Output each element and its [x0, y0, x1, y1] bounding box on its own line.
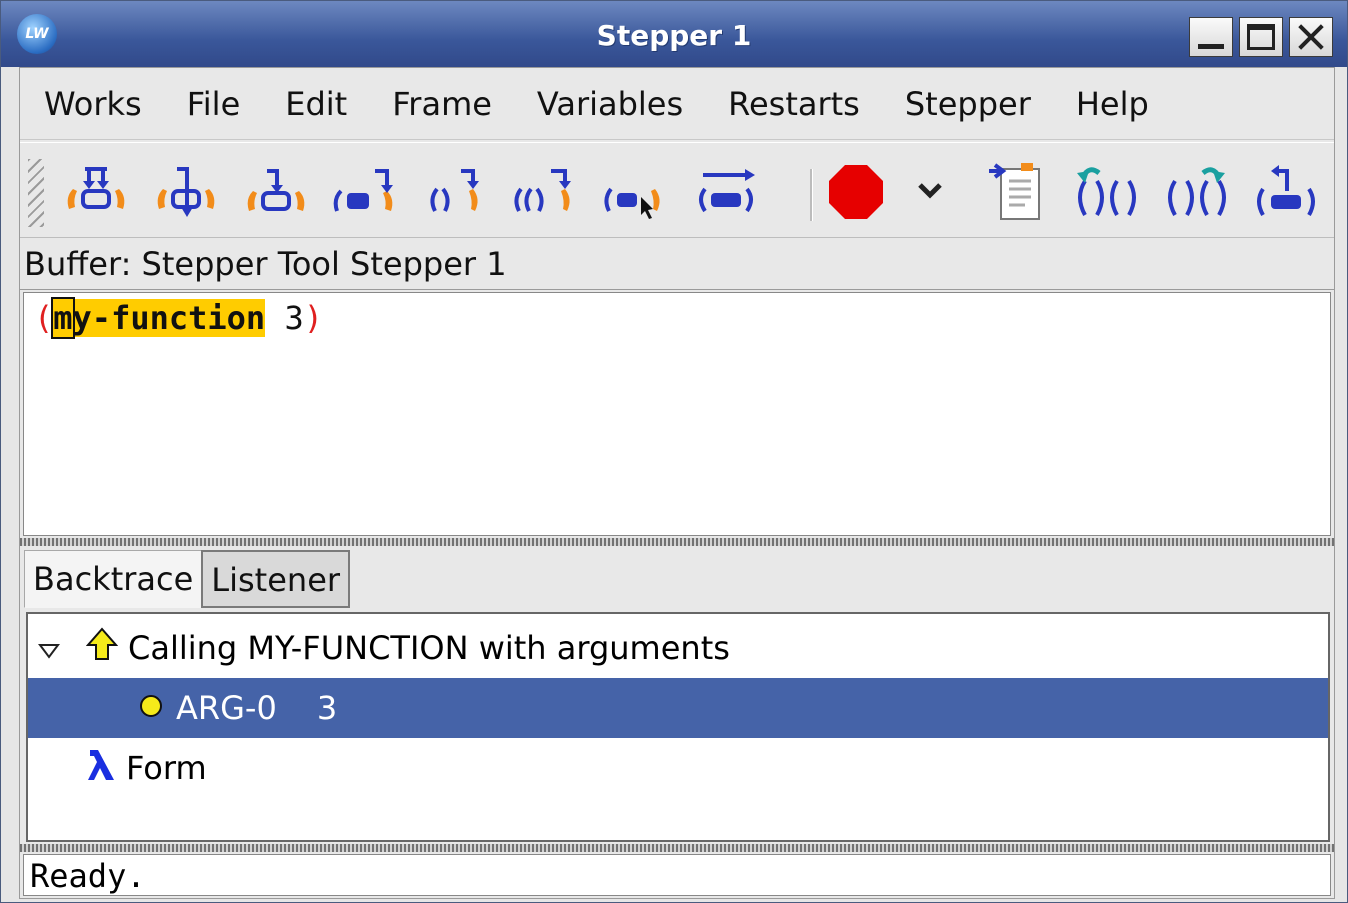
step-to-end-icon[interactable] [690, 161, 762, 221]
form-label: Form [126, 749, 207, 787]
collapse-triangle-icon[interactable] [38, 629, 64, 667]
toolbar-separator [810, 169, 813, 221]
step-over-icon[interactable] [330, 161, 402, 221]
text-cursor: m [51, 297, 75, 339]
redo-step-icon[interactable] [1160, 161, 1232, 221]
calling-label: Calling MY-FUNCTION with arguments [128, 629, 730, 667]
tab-listener[interactable]: Listener [201, 550, 351, 608]
code-editor[interactable]: (my-function 3) [23, 292, 1331, 536]
toolbar-grip-handle[interactable] [28, 159, 44, 227]
window-title: Stepper 1 [596, 19, 752, 52]
menu-variables[interactable]: Variables [537, 85, 683, 123]
toolbar [20, 142, 1334, 238]
arg-value: 3 [316, 689, 338, 727]
menu-file[interactable]: File [187, 85, 241, 123]
stop-icon[interactable] [820, 161, 892, 221]
close-paren: ) [303, 299, 323, 337]
code-line: (my-function 3) [34, 297, 323, 339]
up-arrow-icon [85, 627, 120, 669]
step-to-call-icon[interactable] [510, 161, 582, 221]
menu-works[interactable]: Works [44, 85, 142, 123]
status-splitter[interactable] [20, 844, 1334, 852]
step-into-icon[interactable] [240, 161, 312, 221]
menu-edit[interactable]: Edit [285, 85, 347, 123]
title-bar[interactable]: LW Stepper 1 [1, 1, 1347, 67]
undo-step-icon[interactable] [1070, 161, 1142, 221]
step-to-cursor-icon[interactable] [600, 161, 672, 221]
highlighted-function-name: my-function [51, 297, 266, 339]
menu-frame[interactable]: Frame [392, 85, 492, 123]
tree-row-arg-0[interactable]: ARG-0 3 [28, 678, 1328, 738]
menu-restarts[interactable]: Restarts [728, 85, 860, 123]
arg-name: ARG-0 [176, 689, 277, 727]
lambda-icon [86, 746, 118, 790]
stepper-window: LW Stepper 1 Works File Edit Frame Varia… [0, 0, 1348, 903]
maximize-button[interactable] [1239, 17, 1283, 57]
buffer-label: Buffer: Stepper Tool Stepper 1 [20, 238, 1334, 290]
pane-splitter[interactable] [20, 538, 1334, 546]
yellow-dot-icon [138, 689, 168, 727]
step-through-call-icon[interactable] [150, 161, 222, 221]
menu-bar: Works File Edit Frame Variables Restarts… [20, 68, 1334, 140]
tab-bar: Backtrace Listener [24, 550, 351, 608]
close-button[interactable] [1289, 17, 1333, 57]
backtrace-tree: Calling MY-FUNCTION with arguments ARG-0… [26, 612, 1330, 842]
step-icon[interactable] [60, 161, 132, 221]
status-bar: Ready. [23, 854, 1331, 896]
return-icon[interactable] [1250, 161, 1322, 221]
copy-buffer-icon[interactable] [980, 161, 1052, 221]
tree-row-form[interactable]: Form [28, 738, 1328, 798]
menu-stepper[interactable]: Stepper [905, 85, 1031, 123]
menu-help[interactable]: Help [1076, 85, 1149, 123]
tree-row-calling[interactable]: Calling MY-FUNCTION with arguments [28, 618, 1328, 678]
step-to-value-icon[interactable] [420, 161, 492, 221]
tab-backtrace[interactable]: Backtrace [24, 550, 203, 608]
function-name-rest: y-function [72, 299, 266, 337]
window-content: Works File Edit Frame Variables Restarts… [19, 67, 1335, 899]
dropdown-arrow-icon[interactable] [900, 161, 960, 221]
argument-text: 3 [265, 299, 304, 337]
minimize-button[interactable] [1189, 17, 1233, 57]
